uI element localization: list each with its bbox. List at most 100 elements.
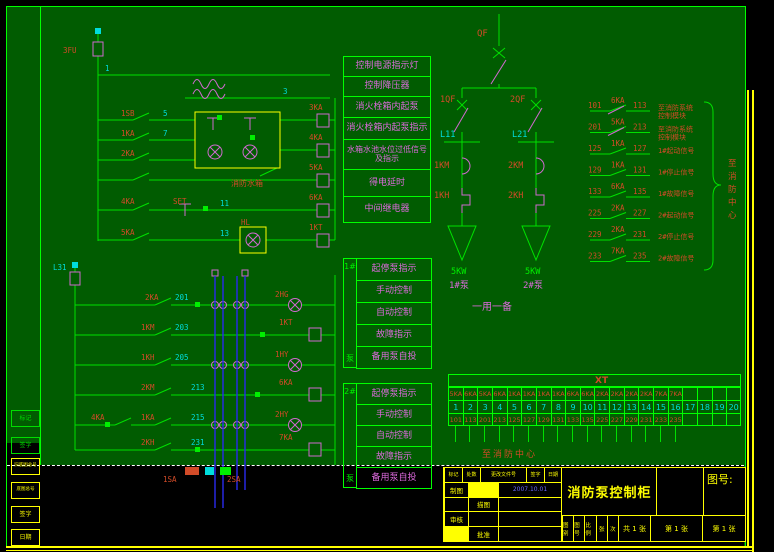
schematic-label: 7 xyxy=(163,129,168,138)
function-label-row: 消火栓箱内起泵 xyxy=(343,96,431,118)
xt-wire-tick xyxy=(587,426,588,442)
row-checked: 审核 xyxy=(444,512,561,527)
pump-function-row: 自动控制 xyxy=(356,425,432,447)
xt-cell: 8 xyxy=(551,400,566,413)
xt-cell: 131 xyxy=(551,413,566,426)
xt-wire-tick xyxy=(616,426,617,442)
xt-cell: 16 xyxy=(668,400,683,413)
schematic-label: 6KA xyxy=(309,193,323,202)
margin-box: 签字 xyxy=(11,437,40,454)
sheet-small-cell: 次 xyxy=(607,516,618,541)
signal-text: 231 xyxy=(633,230,647,239)
schematic-label: 2HY xyxy=(275,410,289,419)
xt-cell: 2KA xyxy=(609,387,624,400)
xt-cell: 1KA xyxy=(551,387,566,400)
sheet-small-cell: 比例 xyxy=(584,516,595,541)
xt-wire-tick xyxy=(543,426,544,442)
pump-function-row: 备用泵自投 xyxy=(356,467,432,489)
xt-cell: 20 xyxy=(726,400,741,413)
empty-cell xyxy=(468,512,498,526)
xt-wire-tick xyxy=(675,426,676,442)
xt-terminal-row: 1011132012131251271291311331352252272292… xyxy=(448,413,741,426)
xt-cell: 5 xyxy=(507,400,522,413)
schematic-label: 1HY xyxy=(275,350,289,359)
signal-text: 235 xyxy=(633,252,647,261)
qf1-label: 1QF xyxy=(440,95,455,105)
margin-box: 标记 xyxy=(11,410,40,427)
schematic-label: SET xyxy=(173,197,187,206)
xt-cell: 135 xyxy=(580,413,595,426)
function-label-row: 控制电源指示灯 xyxy=(343,56,431,77)
xt-cell xyxy=(726,413,741,426)
signal-text: 233 xyxy=(588,252,602,261)
xt-cell: 125 xyxy=(507,413,522,426)
xt-cell: 127 xyxy=(521,413,536,426)
xt-cell: 235 xyxy=(668,413,683,426)
xt-wire-tick xyxy=(601,426,602,442)
schematic-label: 5 xyxy=(163,109,168,118)
margin-box: 签字 xyxy=(11,506,40,523)
signal-text: 1KA xyxy=(611,139,625,148)
xt-cell: 10 xyxy=(580,400,595,413)
margin-box-label: 旧底图总号 xyxy=(14,464,37,469)
xt-cell: 18 xyxy=(697,400,712,413)
signal-text: 控制模块 xyxy=(658,111,686,120)
pump2-tag-label: 2# xyxy=(344,387,356,396)
margin-box: 底图总号 xyxy=(11,482,40,499)
signal-text: 2#停止信号 xyxy=(658,232,694,241)
kw1-label: 5KW xyxy=(451,267,467,277)
xt-cell: 6KA xyxy=(565,387,580,400)
pump-function-row: 故障指示 xyxy=(356,324,432,347)
brace xyxy=(704,102,721,270)
pump-function-row: 起停泵指示 xyxy=(356,258,432,281)
pump-word-label: 泵 xyxy=(346,473,354,484)
stamp-block xyxy=(444,527,468,541)
xt-header: XT xyxy=(448,374,741,387)
signal-text: 1#停止信号 xyxy=(658,168,694,177)
xt-cell: 17 xyxy=(682,400,697,413)
pump-function-row: 起停泵指示 xyxy=(356,383,432,405)
schematic-label: 4KA xyxy=(121,197,135,206)
terminal-strip-table: XT 5KA6KA5KA6KA1KA1KA1KA1KA6KA6KA2KA2KA2… xyxy=(448,374,741,444)
xt-cell: 1 xyxy=(448,400,463,413)
drawn-label: 制图 xyxy=(444,483,468,497)
empty-cell xyxy=(656,468,704,515)
signal-text: 6KA xyxy=(611,96,625,105)
edge-line-bottom xyxy=(6,546,754,548)
kh2-label: 2KH xyxy=(508,191,523,201)
schematic-label: 5KA xyxy=(309,163,323,172)
xt-cell xyxy=(697,413,712,426)
signal-text: 2KA xyxy=(611,204,625,213)
schematic-label: 3KA xyxy=(309,103,323,112)
signal-text: 101 xyxy=(588,101,602,110)
xt-cell: 229 xyxy=(624,413,639,426)
xt-cell: 2KA xyxy=(594,387,609,400)
schematic-label: 1KT xyxy=(279,318,293,327)
signal-text: 7KA xyxy=(611,247,625,256)
signal-interface-list: 1016KA113至消防系统控制模块2015KA213至消防系统控制模块1251… xyxy=(588,88,740,288)
empty-cell xyxy=(498,527,561,541)
row-drawn: 制图 2007.10.01 xyxy=(444,483,561,498)
schematic-label: 1KT xyxy=(309,223,323,232)
pump-function-row: 手动控制 xyxy=(356,404,432,426)
l11-label: L11 xyxy=(440,130,455,140)
revision-header-cell: 更改文件号 xyxy=(480,468,526,482)
drawing-title: 消防泵控制柜 xyxy=(561,468,657,515)
xt-cell: 1KA xyxy=(521,387,536,400)
qf2-label: 2QF xyxy=(510,95,525,105)
power-wires xyxy=(444,14,554,260)
stamp-block xyxy=(468,483,498,497)
margin-box-label: 签字 xyxy=(19,512,31,518)
xt-number-row: 1234567891011121314151617181920 xyxy=(448,400,741,413)
pump-function-row: 故障指示 xyxy=(356,446,432,468)
schematic-label: 1 xyxy=(105,64,110,73)
edge-line-right xyxy=(747,90,749,548)
pump1-tag-label: 1# xyxy=(344,262,356,271)
xt-cell: 227 xyxy=(609,413,624,426)
xt-wire-tick xyxy=(513,426,514,442)
xt-cell: 213 xyxy=(492,413,507,426)
signal-text: 213 xyxy=(633,123,647,132)
signal-text: 201 xyxy=(588,123,602,132)
drawing-number-cell: 图号: xyxy=(703,468,745,515)
pump-function-row: 自动控制 xyxy=(356,302,432,325)
